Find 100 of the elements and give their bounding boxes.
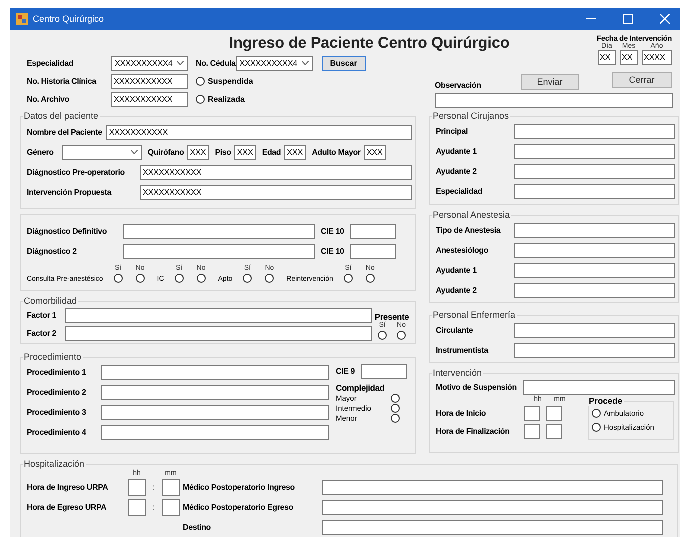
- text-field[interactable]: XXXXXXXXXXX: [140, 184, 412, 200]
- code-field[interactable]: [361, 364, 408, 378]
- radio-button[interactable]: [378, 331, 387, 340]
- field-label: Nombre del Paciente: [27, 128, 102, 136]
- text-field[interactable]: [514, 222, 675, 238]
- text-field[interactable]: [65, 308, 372, 322]
- text-field[interactable]: XXX: [187, 144, 210, 160]
- hour-field[interactable]: [128, 498, 146, 516]
- text-field[interactable]: [514, 124, 675, 138]
- minute-field[interactable]: [546, 406, 562, 420]
- text-field[interactable]: XXXXXXXXXXX: [106, 124, 412, 140]
- date-field[interactable]: XXXX: [642, 50, 672, 65]
- close-icon[interactable]: [660, 14, 670, 24]
- text-field[interactable]: [514, 322, 675, 338]
- radio-button[interactable]: [397, 331, 406, 340]
- radio-button[interactable]: [196, 76, 205, 86]
- text-field[interactable]: [514, 242, 675, 258]
- radio-button[interactable]: [592, 408, 601, 418]
- code-field[interactable]: [350, 224, 396, 238]
- hour-field[interactable]: [524, 406, 540, 420]
- observation-field[interactable]: [435, 93, 673, 108]
- text-field[interactable]: [322, 480, 663, 494]
- text-field[interactable]: XXXXXXXXXXX: [140, 164, 412, 180]
- minute-field[interactable]: [162, 478, 180, 496]
- text-field[interactable]: [101, 364, 329, 380]
- field-label: Procedimiento 3: [27, 408, 88, 416]
- radio-button[interactable]: [243, 274, 252, 283]
- field-label: Especialidad: [436, 186, 484, 196]
- text-field[interactable]: [101, 404, 329, 420]
- text-field[interactable]: [123, 244, 315, 258]
- field-label: Ayudante 1: [436, 146, 478, 156]
- maximize-icon[interactable]: [623, 14, 633, 24]
- field-label: Médico Postoperatorio Egreso: [183, 502, 294, 512]
- field-label: Hora de Ingreso URPA: [27, 482, 110, 492]
- send-button[interactable]: Enviar: [521, 74, 579, 90]
- radio-button[interactable]: [344, 274, 353, 283]
- radio-button[interactable]: [136, 274, 145, 283]
- radio-button[interactable]: [391, 394, 400, 402]
- radio-button[interactable]: [391, 414, 400, 422]
- minute-field[interactable]: [162, 498, 180, 516]
- radio-button[interactable]: [196, 274, 206, 283]
- field-label: CIE 10: [321, 226, 344, 236]
- text-field[interactable]: [514, 342, 675, 358]
- text-field[interactable]: [514, 164, 675, 178]
- group-title: Personal Enfermería: [432, 310, 517, 320]
- radio-label: Suspendida: [208, 76, 254, 86]
- text-field[interactable]: [322, 500, 663, 514]
- text-field[interactable]: [65, 326, 372, 340]
- app-icon: [16, 13, 28, 25]
- text-field[interactable]: [101, 424, 329, 440]
- text-field[interactable]: [514, 144, 675, 158]
- field-label: Diágnostico 2: [27, 246, 78, 256]
- field-label: Factor 2: [27, 328, 58, 338]
- field-label: Diágnostico Definitivo: [27, 226, 108, 236]
- radio-button[interactable]: [114, 274, 123, 283]
- text-field[interactable]: XXXXXXXXXXX: [111, 74, 188, 88]
- search-button[interactable]: Buscar: [322, 56, 366, 70]
- gender-dropdown[interactable]: [62, 144, 142, 160]
- text-field[interactable]: [101, 384, 329, 400]
- radio-button[interactable]: [391, 404, 400, 412]
- text-field[interactable]: [123, 224, 315, 238]
- field-label: Presente: [374, 312, 410, 322]
- field-label: Hora de Finalización: [436, 426, 511, 436]
- field-label: Médico Postoperatorio Ingreso: [183, 482, 296, 492]
- field-label: Adulto Mayor: [312, 148, 361, 156]
- hour-field[interactable]: [524, 424, 540, 438]
- text-field[interactable]: XXX: [364, 144, 386, 160]
- field-label: Circulante: [436, 326, 474, 334]
- id-dropdown[interactable]: XXXXXXXXXX4: [236, 56, 313, 70]
- minute-field[interactable]: [546, 424, 562, 438]
- text-field[interactable]: XXXXXXXXXXX: [111, 92, 188, 106]
- radio-label: Realizada: [208, 94, 245, 104]
- group-title: Personal Cirujanos: [432, 111, 510, 121]
- date-field[interactable]: XX: [598, 50, 616, 65]
- hour-field[interactable]: [128, 478, 146, 496]
- field-label: Hora de Egreso URPA: [27, 502, 108, 512]
- date-field[interactable]: XX: [620, 50, 638, 65]
- field-label: Género: [27, 148, 54, 156]
- text-field[interactable]: [514, 282, 675, 298]
- window-title: Centro Quirúrgico: [33, 14, 104, 24]
- field-label: No. Historia Clínica: [27, 76, 98, 86]
- code-field[interactable]: [350, 244, 396, 258]
- radio-button[interactable]: [592, 422, 601, 432]
- text-field[interactable]: XXX: [234, 144, 256, 160]
- text-field[interactable]: XXX: [284, 144, 306, 160]
- radio-button[interactable]: [265, 274, 274, 283]
- text-field[interactable]: [522, 380, 675, 394]
- group-title: Hospitalización: [23, 459, 86, 469]
- radio-button[interactable]: [174, 274, 184, 283]
- radio-button[interactable]: [196, 94, 205, 104]
- specialty-dropdown[interactable]: XXXXXXXXXX4: [111, 56, 188, 70]
- caret-icon: [130, 150, 138, 154]
- text-field[interactable]: [514, 262, 675, 278]
- group-title: Comorbilidad: [23, 296, 78, 306]
- form-heading: Ingreso de Paciente Centro Quirúrgico: [228, 35, 511, 54]
- text-field[interactable]: [322, 520, 663, 534]
- text-field[interactable]: [514, 184, 675, 198]
- radio-button[interactable]: [366, 274, 375, 283]
- close-button[interactable]: Cerrar: [612, 72, 672, 88]
- field-label: Ayudante 2: [436, 286, 478, 294]
